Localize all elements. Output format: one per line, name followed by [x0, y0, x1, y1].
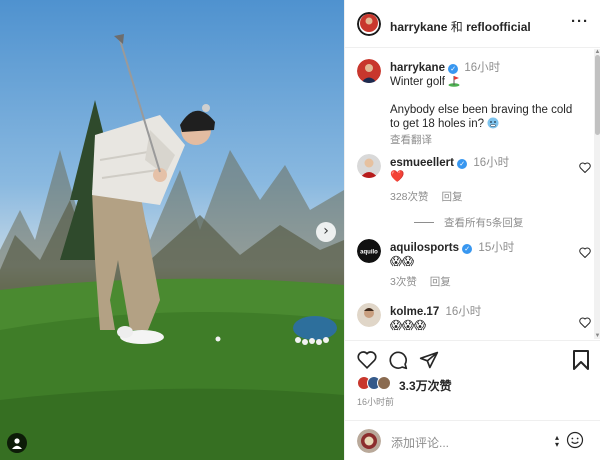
view-replies-text[interactable]: 查看所有5条回复	[444, 217, 523, 229]
like-comment-heart-icon[interactable]	[579, 162, 591, 173]
post-header: harrykane 和 refloofficial ···	[345, 0, 600, 48]
harrykane-avatar-icon	[357, 12, 381, 36]
verified-badge-icon: ✓	[457, 159, 468, 169]
caption-time[interactable]: 16小时	[464, 62, 500, 74]
harrykane-avatar-icon	[357, 59, 381, 83]
save-bookmark-icon[interactable]	[573, 350, 589, 370]
comment-time[interactable]: 16小时	[473, 157, 509, 169]
esmueellert-avatar-icon	[357, 154, 381, 178]
avatar	[377, 376, 391, 390]
caption-text-line2: Anybody else been braving the cold to ge…	[390, 104, 573, 130]
comments-scrollbar[interactable]: ▲ ▼	[594, 49, 600, 339]
text-size-stepper-icon[interactable]: ▴ ▾	[555, 434, 559, 449]
reply-button[interactable]: 回复	[430, 276, 451, 288]
comment-time[interactable]: 16小时	[445, 306, 481, 318]
add-comment-bar: 添加评论... ▴ ▾	[345, 420, 600, 460]
post-side-panel: harrykane 和 refloofficial ··· harrykane …	[344, 0, 600, 460]
header-username[interactable]: harrykane	[390, 20, 447, 34]
kolme17-avatar-icon	[357, 303, 381, 327]
verified-badge-icon: ✓	[462, 244, 473, 254]
scrollbar-thumb[interactable]	[595, 55, 600, 135]
divider	[414, 222, 434, 223]
add-comment-input[interactable]: 添加评论...	[391, 434, 449, 451]
caption-username[interactable]: harrykane	[390, 62, 445, 74]
reply-button[interactable]: 回复	[441, 191, 462, 203]
golf-flag-icon	[448, 76, 460, 87]
post-photo[interactable]: ›	[0, 0, 344, 460]
next-image-button[interactable]: ›	[316, 222, 336, 242]
comment-username[interactable]: kolme.17	[390, 306, 439, 318]
avatar[interactable]: aquilo	[357, 239, 381, 263]
avatar[interactable]	[357, 59, 381, 83]
caption-text-line1: Winter golf	[390, 76, 449, 88]
comment-text: ❤️	[390, 171, 405, 183]
comment-username[interactable]: aquilosports	[390, 242, 459, 254]
see-translation-link[interactable]: 查看翻译	[390, 133, 580, 147]
like-heart-icon[interactable]	[357, 350, 377, 369]
avatar[interactable]	[357, 154, 381, 178]
current-user-avatar[interactable]	[357, 429, 381, 453]
avatar[interactable]	[357, 12, 381, 36]
profile-avatar-icon	[357, 429, 381, 453]
comment-likes[interactable]: 3次赞	[390, 276, 417, 288]
post-time[interactable]: 16小时前	[357, 395, 394, 408]
scroll-down-arrow-icon[interactable]: ▼	[594, 333, 600, 339]
header-and: 和	[450, 20, 463, 34]
more-options-icon[interactable]: ···	[571, 13, 589, 30]
comment-time[interactable]: 15小时	[478, 242, 514, 254]
golf-scene-illustration	[0, 34, 344, 460]
avatar[interactable]	[357, 303, 381, 327]
comments-list: harrykane ✓ 16小时 Winter golf Anybody els…	[345, 49, 593, 339]
aquilosports-avatar-icon: aquilo	[357, 239, 381, 263]
user-icon	[12, 438, 22, 449]
svg-text:aquilo: aquilo	[360, 250, 378, 256]
post-actions: 3.3万次赞 16小时前	[345, 340, 600, 420]
verified-badge-icon: ✓	[448, 64, 459, 74]
view-replies-link[interactable]: 查看所有5条回复	[414, 215, 523, 230]
comment-username[interactable]: esmueellert	[390, 157, 454, 169]
like-comment-heart-icon[interactable]	[579, 247, 591, 258]
comment-text: 😱😱	[390, 256, 414, 268]
comment-bubble-icon[interactable]	[388, 350, 408, 370]
cold-face-icon	[487, 117, 499, 129]
post-author[interactable]: harrykane 和 refloofficial	[390, 18, 531, 35]
comment-likes[interactable]: 328次赞	[390, 191, 429, 203]
likes-count[interactable]: 3.3万次赞	[399, 377, 452, 394]
comment-text: 😱😱😱	[390, 320, 426, 332]
header-collab-username[interactable]: refloofficial	[466, 20, 531, 34]
emoji-picker-icon[interactable]	[566, 431, 584, 449]
share-send-icon[interactable]	[419, 350, 439, 370]
like-comment-heart-icon[interactable]	[579, 317, 591, 328]
tagged-users-button[interactable]	[7, 433, 27, 453]
